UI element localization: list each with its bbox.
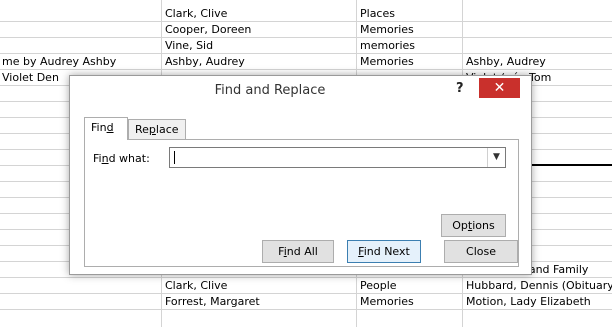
table-cell[interactable]	[462, 38, 612, 54]
table-cell[interactable]: Hubbard, Dennis (Obituary	[462, 278, 612, 294]
table-cell[interactable]: People	[356, 278, 462, 294]
table-cell[interactable]	[462, 22, 612, 38]
close-button[interactable]: Close	[444, 240, 518, 263]
close-icon[interactable]: ✕	[479, 78, 520, 98]
find-what-label: Find what:	[93, 152, 150, 165]
table-cell[interactable]: me by Audrey Ashby	[0, 54, 161, 70]
table-cell[interactable]: memories	[356, 38, 462, 54]
tab-find[interactable]: Find	[84, 117, 128, 140]
tab-replace-label-rest: lace	[155, 123, 179, 136]
table-cell[interactable]	[0, 278, 161, 294]
chevron-down-icon[interactable]: ▼	[487, 148, 505, 167]
table-cell[interactable]: Forrest, Margaret	[161, 294, 356, 310]
table-cell[interactable]	[0, 22, 161, 38]
find-next-label-rest: ind Next	[363, 245, 410, 258]
table-cell[interactable]	[0, 6, 161, 22]
table-cell[interactable]: Memories	[356, 294, 462, 310]
table-cell[interactable]: Clark, Clive	[161, 6, 356, 22]
table-cell[interactable]: Ashby, Audrey	[161, 54, 356, 70]
table-cell[interactable]	[0, 38, 161, 54]
table-cell[interactable]: Ashby, Audrey	[462, 54, 612, 70]
tab-replace-label: Re	[135, 123, 149, 136]
tab-replace[interactable]: Replace	[128, 119, 186, 139]
find-next-button[interactable]: Find Next	[347, 240, 421, 263]
dialog-title: Find and Replace	[214, 83, 326, 98]
find-all-button[interactable]: Find All	[262, 240, 334, 263]
dialog-titlebar[interactable]: Find and Replace ? ✕	[70, 76, 531, 106]
help-button[interactable]: ?	[456, 81, 464, 96]
find-what-input[interactable]: ▼	[169, 147, 506, 168]
find-replace-dialog: Find and Replace ? ✕ Find Replace Find w…	[69, 75, 532, 275]
table-cell[interactable]: Cooper, Doreen	[161, 22, 356, 38]
options-button[interactable]: Options >>	[441, 214, 506, 253]
table-row[interactable]: Forrest, Margaret Memories Motion, Lady El…	[0, 294, 612, 310]
table-cell[interactable]	[462, 6, 612, 22]
tab-find-accelerator: d	[106, 121, 114, 134]
table-cell[interactable]: Memories	[356, 54, 462, 70]
table-cell[interactable]: Memories	[356, 22, 462, 38]
options-label: Op	[452, 219, 468, 232]
find-label-accelerator: n	[101, 152, 109, 165]
table-cell[interactable]: Clark, Clive	[161, 278, 356, 294]
table-cell[interactable]: Places	[356, 6, 462, 22]
find-label-text-rest: d what:	[108, 152, 150, 165]
table-row[interactable]: Cooper, Doreen Memories	[0, 22, 612, 38]
find-label-text: Fi	[93, 152, 102, 165]
find-all-label-rest: nd All	[286, 245, 318, 258]
table-cell[interactable]: Vine, Sid	[161, 38, 356, 54]
table-cell[interactable]	[0, 294, 161, 310]
text-caret	[174, 151, 175, 164]
table-row[interactable]: Vine, Sid memories	[0, 38, 612, 54]
table-cell[interactable]: Motion, Lady Elizabeth	[462, 294, 612, 310]
tab-replace-accelerator: p	[148, 123, 156, 136]
table-row[interactable]: Clark, Clive Places	[0, 6, 612, 22]
table-row[interactable]: Clark, Clive People Hubbard, Dennis (Obitu…	[0, 278, 612, 294]
tab-find-label: Fin	[91, 121, 107, 134]
table-row[interactable]: me by Audrey Ashby Ashby, Audrey Memories A…	[0, 54, 612, 70]
